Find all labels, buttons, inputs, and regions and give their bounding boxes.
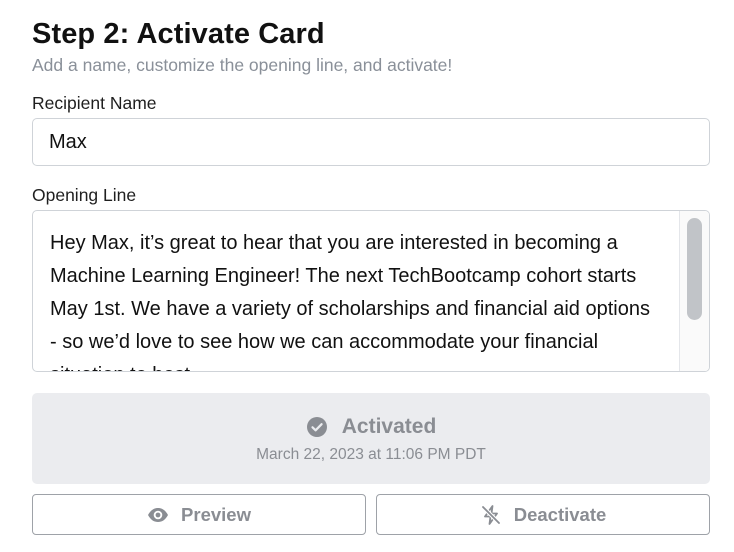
recipient-name-label: Recipient Name bbox=[32, 93, 157, 113]
recipient-name-input[interactable] bbox=[32, 118, 710, 166]
page-title: Step 2: Activate Card bbox=[32, 18, 325, 50]
check-circle-icon bbox=[306, 416, 328, 438]
opening-line-label: Opening Line bbox=[32, 185, 137, 205]
activation-status-panel: Activated March 22, 2023 at 11:06 PM PDT bbox=[32, 393, 710, 484]
page-subtitle: Add a name, customize the opening line, … bbox=[32, 55, 453, 75]
zap-off-icon bbox=[480, 504, 502, 526]
opening-line-text[interactable]: Hey Max, it’s great to hear that you are… bbox=[50, 227, 660, 371]
preview-button[interactable]: Preview bbox=[32, 494, 366, 535]
opening-line-textarea[interactable]: Hey Max, it’s great to hear that you are… bbox=[32, 210, 710, 372]
activation-timestamp: March 22, 2023 at 11:06 PM PDT bbox=[256, 446, 486, 463]
status-row: Activated bbox=[32, 415, 710, 439]
preview-button-label: Preview bbox=[181, 503, 251, 525]
eye-icon bbox=[147, 504, 169, 526]
scrollbar-thumb[interactable] bbox=[687, 218, 702, 320]
status-label: Activated bbox=[341, 415, 437, 438]
deactivate-button[interactable]: Deactivate bbox=[376, 494, 710, 535]
opening-line-scrollbar[interactable] bbox=[679, 211, 709, 371]
deactivate-button-label: Deactivate bbox=[513, 503, 607, 525]
